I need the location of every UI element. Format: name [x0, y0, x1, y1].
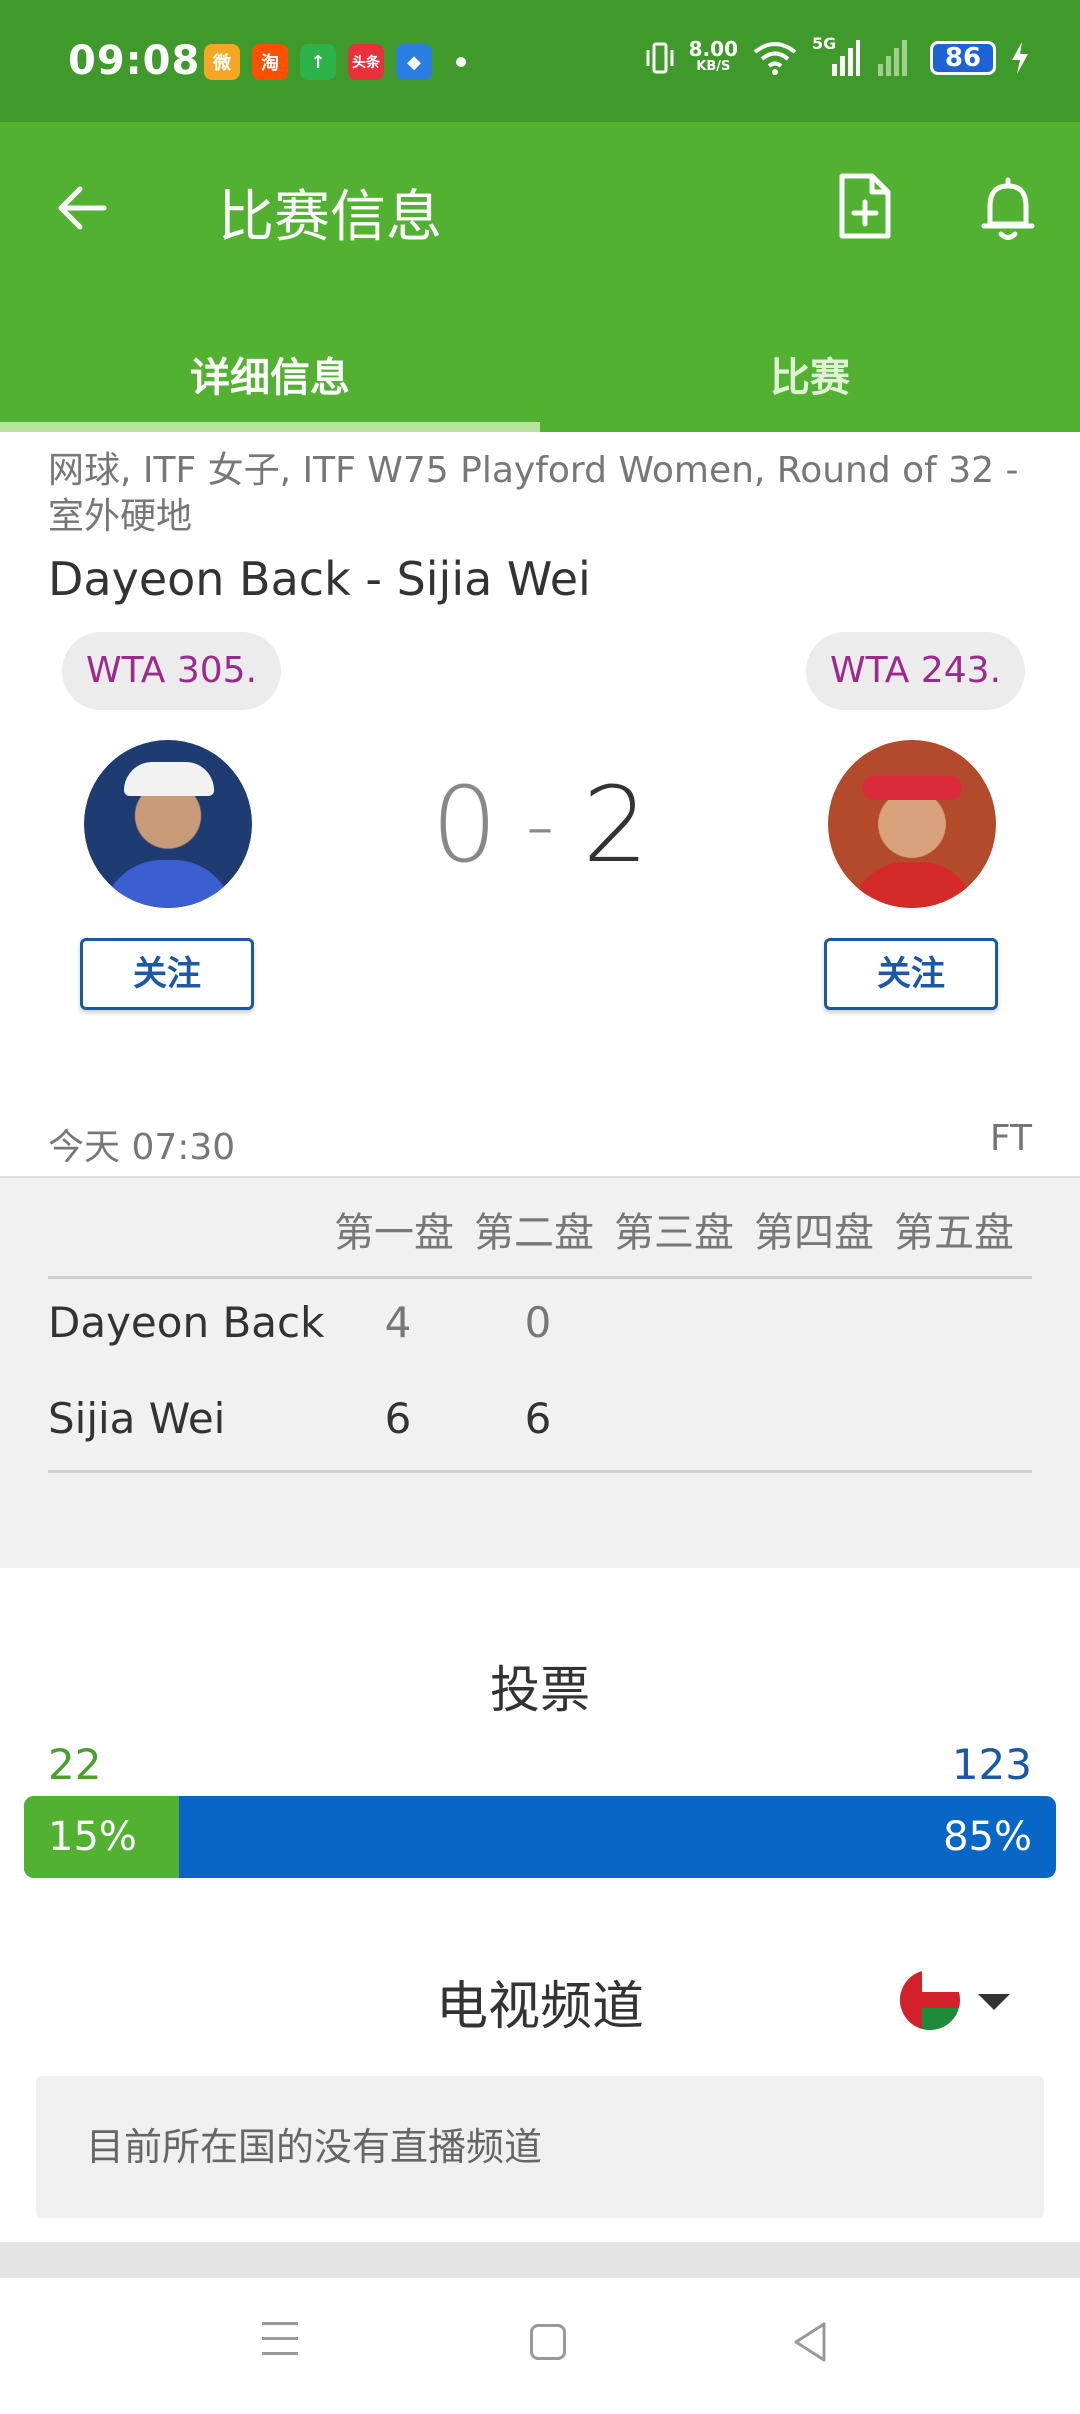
divider — [48, 1276, 1032, 1279]
vote-left-count: 22 — [48, 1740, 102, 1789]
status-time: 09:08 — [68, 38, 201, 84]
set-row-player-2: Sijia Wei — [48, 1394, 226, 1443]
wifi-icon — [753, 42, 797, 75]
vote-title: 投票 — [490, 1661, 590, 1719]
nav-back-icon[interactable] — [790, 2320, 830, 2364]
vote-left-percent: 15% — [48, 1814, 137, 1860]
signal-5g-icon: 5G — [812, 34, 860, 78]
app-bar: 比赛信息 详细信息 比赛 — [0, 122, 1080, 432]
set-header-2: 第二盘 — [474, 1210, 594, 1256]
battery-indicator: 86 — [930, 41, 996, 75]
set-score-p1-s1: 4 — [384, 1298, 412, 1347]
match-meta-line1: 网球, ITF 女子, ITF W75 Playford Women, Roun… — [48, 450, 1019, 491]
set-header-3: 第三盘 — [614, 1210, 734, 1256]
page-title: 比赛信息 — [218, 185, 442, 250]
set-score-p2-s1: 6 — [384, 1394, 412, 1443]
charging-icon — [1012, 42, 1028, 74]
add-document-icon[interactable] — [832, 172, 896, 242]
set-score-p1-s2: 0 — [524, 1298, 552, 1347]
vote-bar[interactable]: 15% 85% — [24, 1796, 1056, 1878]
match-status: FT — [989, 1118, 1032, 1159]
follow-right-player-button[interactable]: 关注 — [824, 938, 998, 1010]
country-dropdown-icon[interactable] — [978, 1994, 1010, 2010]
set-scores-table: 第一盘 第二盘 第三盘 第四盘 第五盘 Dayeon Back 4 0 Siji… — [0, 1176, 1080, 1568]
set-row-player-1: Dayeon Back — [48, 1298, 325, 1347]
tv-channels-message: 目前所在国的没有直播频道 — [86, 2125, 543, 2169]
status-bar: 09:08 微 淘 ↑ 头条 ◆ 8.00 KB/S 5G 86 — [0, 0, 1080, 122]
left-player-rank: WTA 305. — [62, 632, 282, 710]
follow-left-player-button[interactable]: 关注 — [80, 938, 254, 1010]
notification-icons: 微 淘 ↑ 头条 ◆ — [204, 44, 466, 80]
set-header-5: 第五盘 — [894, 1210, 1014, 1256]
vote-right-percent: 85% — [943, 1814, 1032, 1860]
match-meta: 网球, ITF 女子, ITF W75 Playford Women, Roun… — [48, 448, 1038, 540]
system-nav-bar — [0, 2278, 1080, 2414]
score-left: 0 — [431, 764, 498, 886]
blue-app-icon: ◆ — [396, 44, 432, 80]
right-player-rank: WTA 243. — [806, 632, 1026, 710]
vote-right-count: 123 — [951, 1740, 1032, 1789]
signal-icon — [878, 40, 907, 76]
green-app-icon: ↑ — [300, 44, 336, 80]
net-speed: 8.00 KB/S — [688, 37, 738, 74]
tab-indicator — [0, 422, 540, 432]
country-flag-icon[interactable] — [900, 1970, 960, 2030]
score-right: 2 — [582, 764, 649, 886]
back-arrow-icon[interactable] — [52, 178, 112, 238]
match-score: 0-2 — [0, 760, 1080, 891]
tv-channels-box: 目前所在国的没有直播频道 — [36, 2076, 1044, 2218]
players-title: Dayeon Back - Sijia Wei — [48, 552, 591, 606]
divider — [48, 1470, 1032, 1473]
home-icon[interactable] — [530, 2324, 566, 2360]
vibrate-icon — [646, 42, 674, 74]
set-header-4: 第四盘 — [754, 1210, 874, 1256]
section-divider — [0, 2242, 1080, 2278]
tab-bar: 详细信息 比赛 — [0, 322, 1080, 432]
set-score-p2-s2: 6 — [524, 1394, 552, 1443]
bell-icon[interactable] — [976, 174, 1040, 244]
taobao-icon: 淘 — [252, 44, 288, 80]
recent-apps-icon[interactable] — [262, 2322, 298, 2358]
set-header-1: 第一盘 — [334, 1210, 454, 1256]
match-datetime: 今天 07:30 — [48, 1127, 236, 1168]
tab-details[interactable]: 详细信息 — [0, 322, 540, 432]
match-meta-line2: 室外硬地 — [48, 496, 193, 537]
weibo-icon: 微 — [204, 44, 240, 80]
toutiao-icon: 头条 — [348, 44, 384, 80]
tab-matches[interactable]: 比赛 — [540, 322, 1080, 432]
more-notifications-dot — [456, 57, 466, 67]
score-separator: - — [525, 779, 555, 872]
